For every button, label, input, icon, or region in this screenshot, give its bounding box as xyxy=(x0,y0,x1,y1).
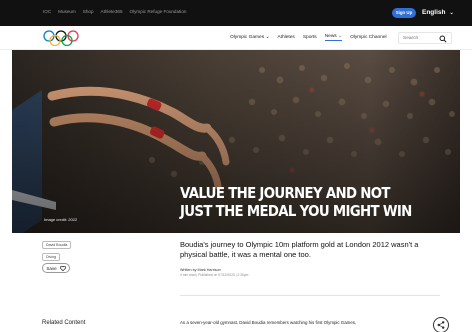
image-credit: Image credit: 2022 xyxy=(44,217,78,222)
tag-list: David Boudia Diving xyxy=(42,241,72,261)
article-card: David Boudia Diving Save Boudia's journe… xyxy=(12,233,460,299)
nav-items: Olympic Games ⌄ Athletes Sports News ⌄ O… xyxy=(230,34,387,41)
nav-item-olympic-games[interactable]: Olympic Games ⌄ xyxy=(230,35,269,40)
heart-icon xyxy=(59,265,66,271)
top-links: IOC Museum Shop Athlete365 Olympic Refug… xyxy=(43,9,186,14)
top-link-athlete365[interactable]: Athlete365 xyxy=(101,9,123,14)
top-bar: IOC Museum Shop Athlete365 Olympic Refug… xyxy=(0,0,472,26)
top-link-refuge-foundation[interactable]: Olympic Refuge Foundation xyxy=(130,9,187,14)
hero-headline: VALUE THE JOURNEY AND NOT JUST THE MEDAL… xyxy=(180,184,412,220)
tag-diving[interactable]: Diving xyxy=(42,253,60,261)
hero-image: VALUE THE JOURNEY AND NOT JUST THE MEDAL… xyxy=(12,50,460,240)
search-box xyxy=(398,32,452,44)
search-input[interactable] xyxy=(399,35,437,41)
nav-item-news[interactable]: News ⌄ xyxy=(324,34,343,41)
save-label: Save xyxy=(46,265,57,271)
article-byline: Written by Mark Harrison xyxy=(180,268,221,272)
language-label: English xyxy=(422,9,446,16)
share-icon[interactable] xyxy=(433,317,449,332)
chevron-down-icon: ⌄ xyxy=(449,10,454,16)
olympic-rings-logo[interactable] xyxy=(42,30,80,46)
related-content-heading: Related Content xyxy=(42,320,86,326)
top-link-museum[interactable]: Museum xyxy=(58,9,76,14)
nav-item-olympic-channel[interactable]: Olympic Channel xyxy=(350,35,387,40)
top-link-ioc[interactable]: IOC xyxy=(43,9,51,14)
save-button[interactable]: Save xyxy=(42,263,70,273)
signup-button[interactable]: Sign Up xyxy=(392,8,416,18)
search-icon[interactable] xyxy=(439,35,447,43)
article-subheading: Boudia's journey to Olympic 10m platform… xyxy=(180,240,419,259)
nav-item-sports[interactable]: Sports xyxy=(303,35,317,40)
nav-item-athletes[interactable]: Athletes xyxy=(277,35,294,40)
article-meta: 4 min read | Published on 07/12/2020 | 2… xyxy=(180,273,249,277)
tag-david-boudia[interactable]: David Boudia xyxy=(42,241,72,249)
top-link-shop[interactable]: Shop xyxy=(83,9,94,14)
main-nav: Olympic Games ⌄ Athletes Sports News ⌄ O… xyxy=(0,26,472,50)
divider xyxy=(180,295,440,296)
language-selector[interactable]: English ⌄ xyxy=(422,8,454,18)
article-body-text: As a seven-year-old gymnast, David Boudi… xyxy=(180,320,357,325)
